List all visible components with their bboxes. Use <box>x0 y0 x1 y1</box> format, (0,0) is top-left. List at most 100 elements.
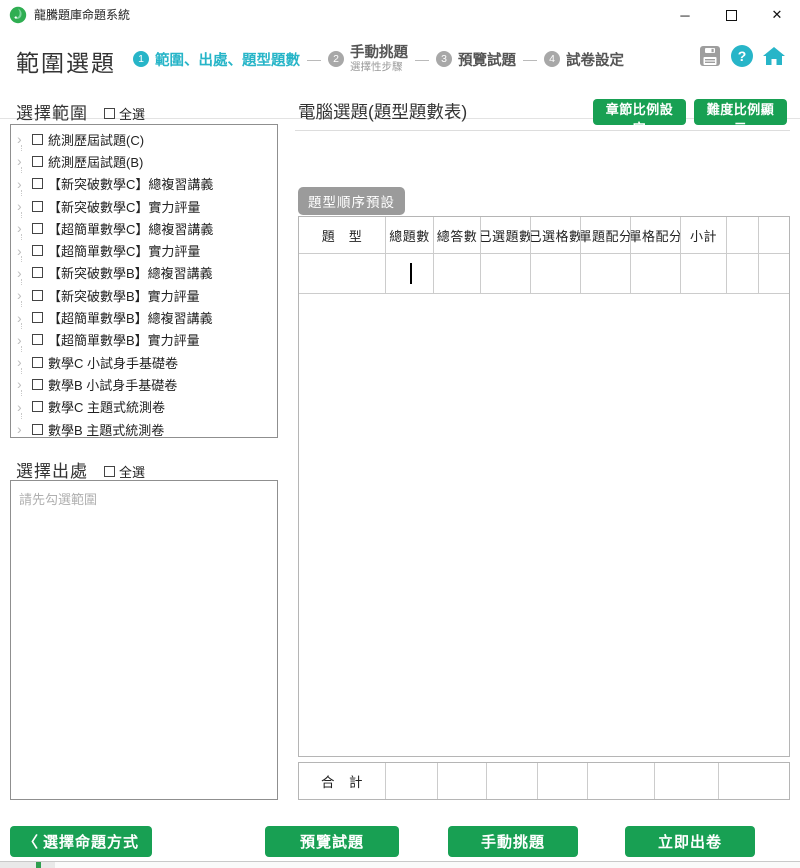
chevron-right-icon[interactable]: › <box>17 223 27 233</box>
minimize-icon[interactable]: ─ <box>662 0 708 30</box>
source-select-all-checkbox[interactable] <box>104 466 115 477</box>
app-logo-icon <box>9 6 27 24</box>
generate-paper-button[interactable]: 立即出卷 <box>625 826 755 857</box>
tree-item[interactable]: › 【超簡單數學C】實力評量 <box>11 239 277 261</box>
col-header-total-questions: 總題數 <box>386 217 434 254</box>
checkbox[interactable] <box>32 424 43 435</box>
total-cell <box>655 763 719 799</box>
step-4-label: 試卷設定 <box>566 49 624 70</box>
window-titlebar: 龍騰題庫命題系統 ─ ✕ <box>0 0 800 30</box>
tree-item[interactable]: › 【新突破數學B】實力評量 <box>11 284 277 306</box>
col-header-subtotal: 小計 <box>681 217 727 254</box>
app-title: 龍騰題庫命題系統 <box>34 0 130 30</box>
tree-item[interactable]: › 數學C 小試身手基礎卷 <box>11 351 277 373</box>
chevron-right-icon[interactable]: › <box>17 201 27 211</box>
tree-item[interactable]: › 【超簡單數學B】總複習講義 <box>11 306 277 328</box>
chevron-right-icon[interactable]: › <box>17 156 27 166</box>
tree-item[interactable]: › 數學B 主題式統測卷 <box>11 418 277 438</box>
taskbar-segment <box>0 862 55 868</box>
chevron-right-icon[interactable]: › <box>17 290 27 300</box>
chevron-right-icon[interactable]: › <box>17 268 27 278</box>
checkbox[interactable] <box>32 245 43 256</box>
chevron-right-icon[interactable]: › <box>17 357 27 367</box>
range-select-all[interactable]: 全選 <box>104 104 145 123</box>
chevron-right-icon[interactable]: › <box>17 424 27 434</box>
chevron-right-icon[interactable]: › <box>17 313 27 323</box>
preview-questions-button[interactable]: 預覽試題 <box>265 826 399 857</box>
tree-item[interactable]: › 數學C 主題式統測卷 <box>11 396 277 418</box>
step-2-sublabel: 選擇性步驟 <box>350 61 408 73</box>
cell-selected-questions[interactable] <box>481 254 531 294</box>
step-4-settings[interactable]: 4 試卷設定 <box>544 49 624 70</box>
step-2-label: 手動挑題 <box>350 45 408 62</box>
cell-points-per-question[interactable] <box>581 254 631 294</box>
step-1-label: 範圍、出處、題型題數 <box>155 49 300 70</box>
step-indicator: 1 範圍、出處、題型題數 — 2 手動挑題 選擇性步驟 — 3 預覽試題 — 4… <box>133 30 624 88</box>
chevron-right-icon[interactable]: › <box>17 402 27 412</box>
step-1-circle: 1 <box>133 51 149 67</box>
source-select-all[interactable]: 全選 <box>104 462 145 481</box>
manual-pick-button[interactable]: 手動挑題 <box>448 826 578 857</box>
checkbox[interactable] <box>32 267 43 278</box>
chevron-right-icon[interactable]: › <box>17 179 27 189</box>
back-to-method-button[interactable]: 〈選擇命題方式 <box>10 826 152 857</box>
difficulty-ratio-button[interactable]: 難度比例顯示 <box>694 99 787 125</box>
tree-item[interactable]: › 【超簡單數學B】實力評量 <box>11 329 277 351</box>
tree-item[interactable]: › 【超簡單數學C】總複習講義 <box>11 217 277 239</box>
cell-subtotal[interactable] <box>681 254 727 294</box>
source-select-all-label: 全選 <box>119 462 145 481</box>
col-header-total-answers: 總答數 <box>434 217 481 254</box>
help-icon[interactable]: ? <box>731 45 753 67</box>
chapter-ratio-button[interactable]: 章節比例設定 <box>593 99 686 125</box>
checkbox[interactable] <box>32 312 43 323</box>
header-toolbar: ? <box>698 44 786 68</box>
cell-empty <box>759 254 789 294</box>
step-1-range[interactable]: 1 範圍、出處、題型題數 <box>133 49 300 70</box>
checkbox[interactable] <box>32 223 43 234</box>
step-dash: — <box>523 51 537 67</box>
close-icon[interactable]: ✕ <box>754 0 800 30</box>
range-select-all-checkbox[interactable] <box>104 108 115 119</box>
tree-item[interactable]: › 【新突破數學C】實力評量 <box>11 195 277 217</box>
step-2-manual[interactable]: 2 手動挑題 選擇性步驟 <box>328 45 408 74</box>
total-cell <box>386 763 438 799</box>
page-title: 範圍選題 <box>16 44 116 78</box>
cell-selected-blanks[interactable] <box>531 254 581 294</box>
chevron-right-icon[interactable]: › <box>17 134 27 144</box>
checkbox[interactable] <box>32 134 43 145</box>
checkbox[interactable] <box>32 401 43 412</box>
checkbox[interactable] <box>32 178 43 189</box>
home-icon[interactable] <box>762 44 786 68</box>
total-row: 合 計 <box>298 762 790 800</box>
chevron-right-icon[interactable]: › <box>17 335 27 345</box>
chevron-right-icon[interactable]: › <box>17 246 27 256</box>
tree-item[interactable]: › 統測歷屆試題(B) <box>11 150 277 172</box>
col-header-selected-blanks: 已選格數 <box>531 217 581 254</box>
cell-points-per-blank[interactable] <box>631 254 681 294</box>
step-3-preview[interactable]: 3 預覽試題 <box>436 49 516 70</box>
cell-type[interactable] <box>299 254 386 294</box>
checkbox[interactable] <box>32 290 43 301</box>
tree-item[interactable]: › 【新突破數學C】總複習講義 <box>11 173 277 195</box>
chevron-right-icon[interactable]: › <box>17 379 27 389</box>
checkbox[interactable] <box>32 201 43 212</box>
checkbox[interactable] <box>32 379 43 390</box>
save-icon[interactable] <box>698 44 722 68</box>
checkbox[interactable] <box>32 357 43 368</box>
tree-item[interactable]: › 統測歷屆試題(C) <box>11 128 277 150</box>
source-section-title: 選擇出處 <box>16 457 88 482</box>
taskbar-active-app-indicator <box>36 862 41 868</box>
maximize-icon[interactable] <box>708 0 754 30</box>
step-2-circle: 2 <box>328 51 344 67</box>
cell-total-questions-input[interactable] <box>386 254 434 294</box>
tree-item[interactable]: › 【新突破數學B】總複習講義 <box>11 262 277 284</box>
cell-total-answers[interactable] <box>434 254 481 294</box>
checkbox[interactable] <box>32 156 43 167</box>
table-header-row: 題 型 總題數 總答數 已選題數 已選格數 單題配分 單格配分 小計 <box>299 217 789 254</box>
source-placeholder: 請先勾選範圍 <box>11 481 277 508</box>
tree-item[interactable]: › 數學B 小試身手基礎卷 <box>11 373 277 395</box>
range-select-all-label: 全選 <box>119 104 145 123</box>
right-divider <box>295 130 790 131</box>
checkbox[interactable] <box>32 334 43 345</box>
step-dash: — <box>415 51 429 67</box>
